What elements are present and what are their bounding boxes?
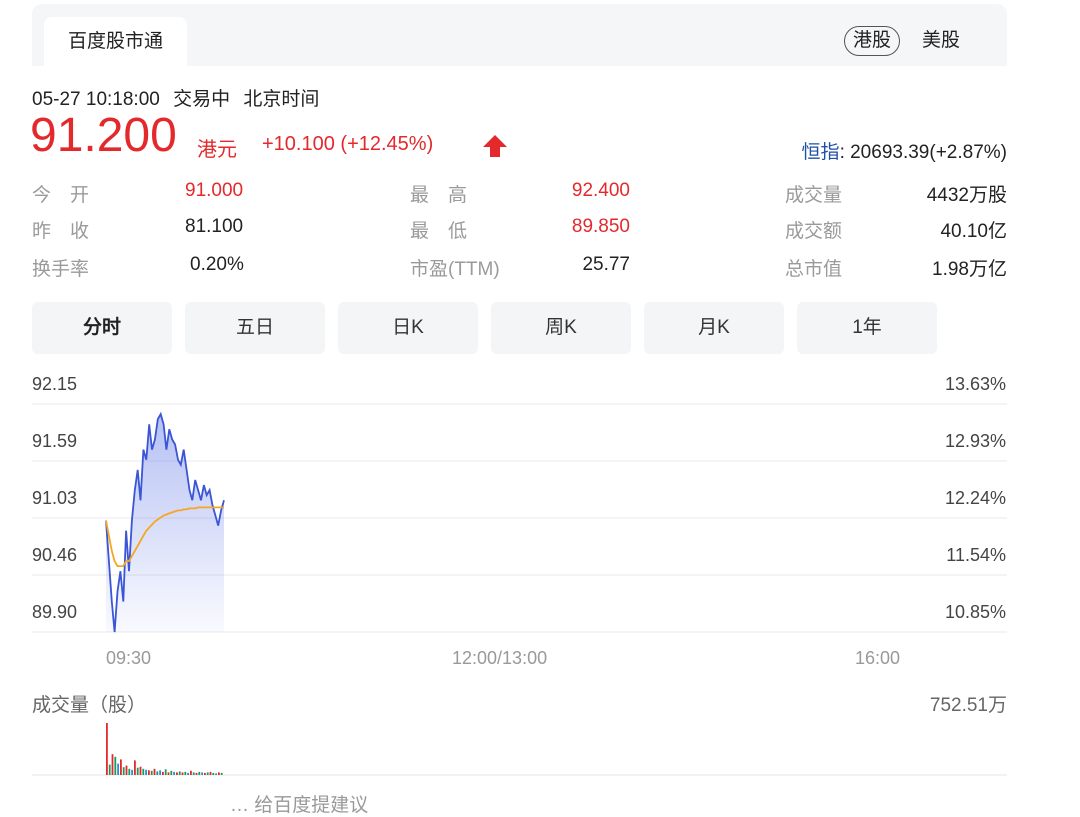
hsi-index[interactable]: 恒指: 20693.39(+2.87%) — [802, 137, 1007, 164]
tab-weekly-k[interactable]: 周K — [491, 302, 631, 354]
hsi-index-value: : 20693.39(+2.87%) — [839, 142, 1007, 163]
volume-bar — [215, 773, 217, 775]
volume-bar — [206, 772, 209, 775]
status-line: 05-27 10:18:00 交易中 北京时间 — [32, 84, 319, 111]
trading-status: 交易中 — [173, 89, 231, 110]
volume-bar — [134, 760, 136, 775]
low-value: 89.850 — [571, 216, 630, 237]
volume-bar — [128, 768, 131, 775]
quote-datetime: 05-27 10:18:00 — [32, 89, 160, 110]
volume-bar — [192, 772, 195, 775]
volume-bar — [108, 764, 111, 775]
volume-label: 成交量 — [785, 185, 843, 206]
up-arrow-icon — [483, 135, 507, 157]
volume-bar — [106, 723, 108, 775]
volume-bar — [162, 771, 164, 775]
x-tick-close: 16:00 — [855, 648, 901, 668]
volume-max-value: 752.51万 — [929, 695, 1007, 716]
current-price: 91.200 — [30, 109, 177, 162]
currency-label: 港元 — [197, 139, 237, 161]
volume-bar — [176, 772, 178, 775]
volume-bar — [212, 772, 215, 775]
tab-one-year[interactable]: 1年 — [797, 302, 937, 354]
volume-bar — [195, 772, 198, 775]
turnover-rate-value: 0.20% — [190, 254, 244, 275]
y-pct-tick: 12.93% — [945, 431, 1006, 451]
volume-bar — [209, 771, 212, 775]
y-price-tick: 91.59 — [32, 431, 77, 451]
market-hk-toggle[interactable]: 港股 — [844, 26, 901, 56]
y-pct-tick: 11.54% — [946, 545, 1006, 565]
volume-chart-label: 成交量（股） — [32, 695, 147, 716]
prev-close-value: 81.100 — [185, 216, 244, 237]
market-us-toggle[interactable]: 美股 — [922, 26, 960, 56]
high-value: 92.400 — [571, 180, 630, 201]
volume-bar — [218, 772, 220, 775]
tab-intraday[interactable]: 分时 — [32, 302, 172, 354]
volume-bar — [122, 767, 125, 775]
x-tick-open: 09:30 — [106, 648, 152, 668]
y-pct-tick: 12.24% — [945, 488, 1006, 508]
low-label: 最 低 — [410, 221, 468, 242]
turnover-rate-label: 换手率 — [32, 259, 90, 280]
volume-bar — [170, 770, 173, 775]
open-value: 91.000 — [185, 180, 244, 201]
volume-bar — [145, 769, 147, 775]
volume-bar — [187, 772, 189, 775]
pe-label: 市盈(TTM) — [410, 259, 500, 280]
y-price-tick: 89.90 — [32, 602, 77, 622]
y-price-tick: 92.15 — [32, 374, 77, 394]
timezone-label: 北京时间 — [243, 89, 320, 110]
volume-bar — [114, 756, 117, 775]
volume-bar — [164, 769, 167, 775]
volume-bar — [190, 770, 192, 775]
volume-bar — [131, 769, 133, 775]
y-pct-tick: 10.85% — [945, 602, 1006, 622]
tab-five-day[interactable]: 五日 — [185, 302, 325, 354]
mktcap-value: 1.98万亿 — [932, 259, 1007, 280]
tab-daily-k[interactable]: 日K — [338, 302, 478, 354]
volume-chart — [32, 723, 1007, 776]
volume-bar — [156, 771, 159, 775]
open-label: 今 开 — [32, 185, 90, 206]
volume-value: 4432万股 — [926, 185, 1007, 206]
amount-label: 成交额 — [785, 221, 843, 242]
hsi-index-name[interactable]: 恒指 — [802, 142, 840, 163]
volume-bar — [153, 768, 156, 775]
volume-bar — [184, 771, 187, 775]
volume-bar — [181, 772, 184, 775]
amount-value: 40.10亿 — [940, 221, 1007, 242]
volume-bar — [173, 771, 175, 775]
volume-bar — [142, 768, 145, 775]
volume-bar — [201, 772, 203, 775]
volume-bar — [139, 766, 142, 775]
volume-bar — [111, 754, 114, 775]
pe-value: 25.77 — [582, 254, 630, 275]
volume-bar — [167, 772, 170, 775]
feedback-link[interactable]: … 给百度提建议 — [230, 790, 368, 817]
y-pct-tick: 13.63% — [945, 374, 1006, 394]
intraday-chart[interactable]: 92.15 91.59 91.03 90.46 89.90 13.63% 12.93% 12.… — [0, 360, 1080, 660]
volume-bar — [125, 765, 128, 775]
prev-close-label: 昨 收 — [32, 221, 90, 242]
volume-bar — [220, 772, 223, 775]
tab-baidu-gushitong[interactable]: 百度股市通 — [44, 17, 187, 67]
y-price-tick: 91.03 — [32, 488, 77, 508]
volume-bar — [117, 763, 119, 775]
volume-bar — [136, 767, 139, 775]
y-price-tick: 90.46 — [32, 545, 77, 565]
volume-bar — [148, 770, 150, 775]
volume-bar — [150, 770, 153, 775]
high-label: 最 高 — [410, 185, 468, 206]
volume-bar — [178, 771, 181, 775]
mktcap-label: 总市值 — [785, 259, 843, 280]
top-nav: 百度股市通 港股 美股 — [32, 4, 1007, 67]
volume-bar — [198, 771, 201, 775]
x-tick-midday: 12:00/13:00 — [452, 648, 548, 668]
volume-bar — [120, 759, 122, 775]
tab-monthly-k[interactable]: 月K — [644, 302, 784, 354]
volume-bar — [204, 772, 206, 775]
volume-bar — [159, 770, 161, 775]
price-change: +10.100 (+12.45%) — [262, 133, 434, 155]
